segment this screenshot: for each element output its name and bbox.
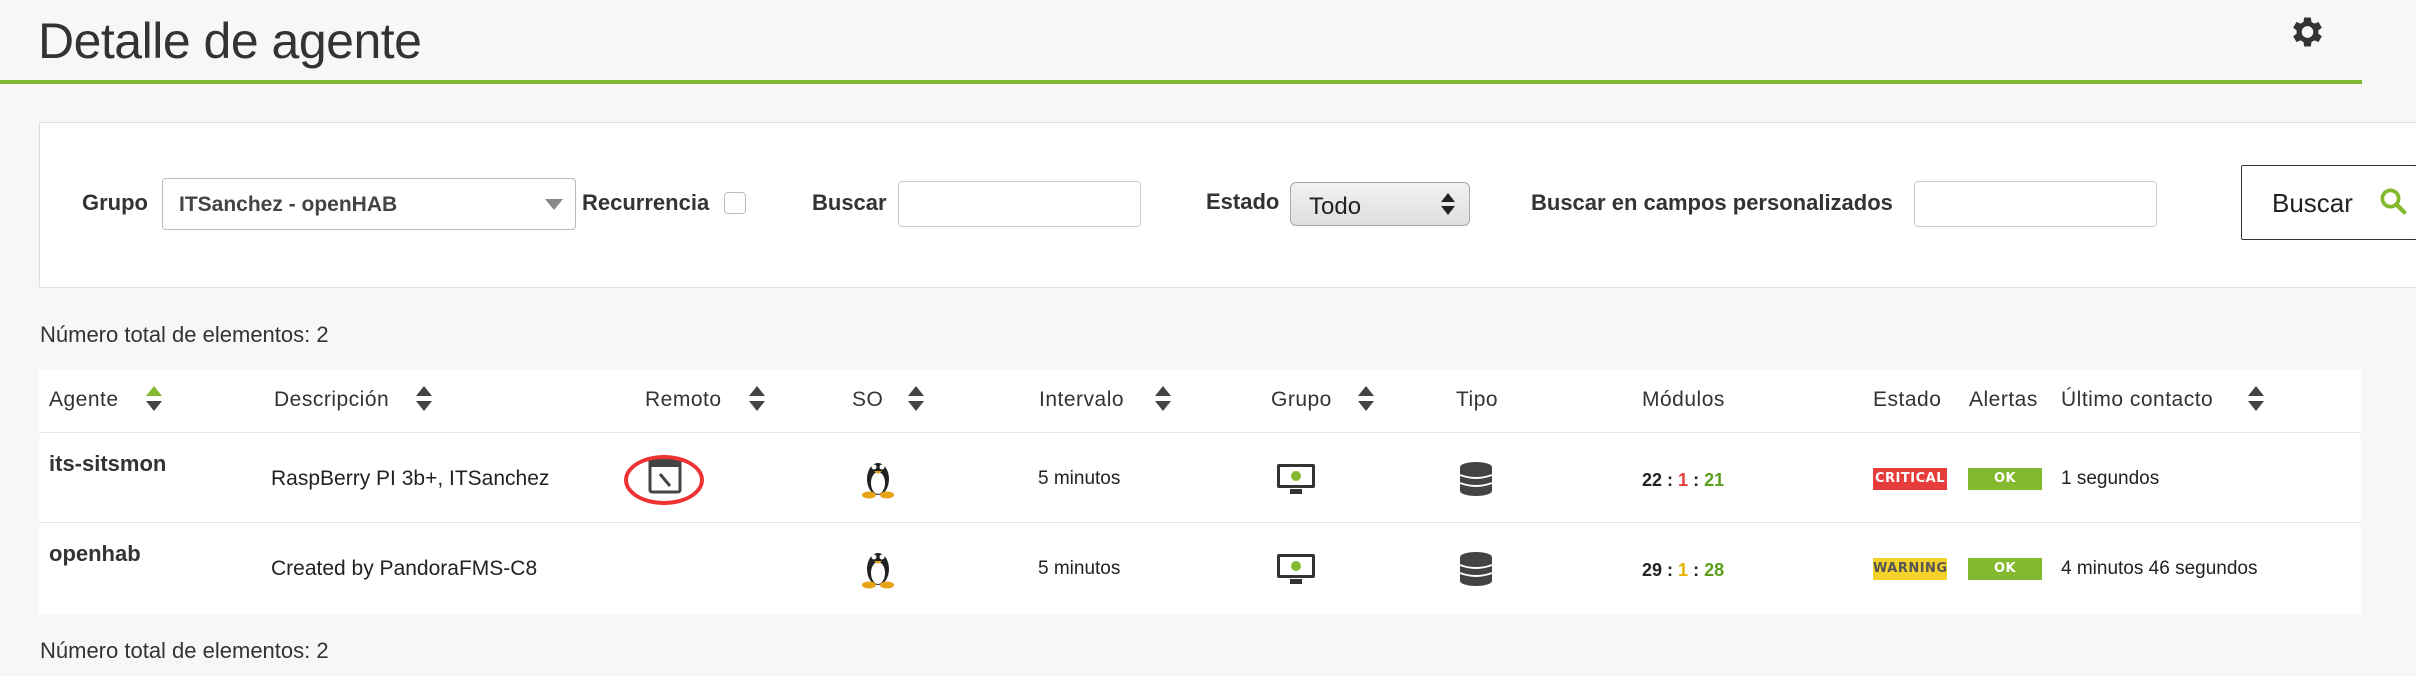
estado-label: Estado [1206,189,1280,214]
estado-select[interactable]: Todo [1290,182,1470,226]
group-monitor-icon [1277,464,1315,494]
buscar-label: Buscar [812,190,887,215]
status-badge: WARNING [1873,558,1947,580]
table-row: openhab Created by PandoraFMS-C8 5 minut… [39,522,2361,613]
modules-warning: 1 [1678,560,1689,580]
modules-ok: 21 [1704,470,1725,490]
modules-count: 29 : 1 : 28 [1642,560,1725,580]
database-icon [1459,462,1493,496]
agent-name-link[interactable]: openhab [49,541,141,567]
col-header-descripcion[interactable]: Descripción [274,388,389,412]
interval-value: 5 minutos [1038,558,1121,579]
grupo-select-value: ITSanchez - openHAB [179,193,398,216]
gear-icon[interactable] [2286,12,2326,52]
linux-os-icon [862,553,894,589]
estado-select-value: Todo [1309,193,1362,220]
col-header-alertas: Alertas [1969,388,2038,411]
last-contact: 1 segundos [2061,468,2160,489]
last-contact: 4 minutos 46 segundos [2061,558,2258,579]
agent-description: RaspBerry PI 3b+, ITSanchez [271,467,550,490]
col-header-ultimo-contacto[interactable]: Último contacto [2061,388,2213,412]
group-monitor-icon [1277,554,1315,584]
col-header-grupo[interactable]: Grupo [1271,388,1332,412]
agent-name-link[interactable]: its-sitsmon [49,451,166,477]
search-input[interactable] [898,181,1141,227]
sort-icon[interactable] [1155,386,1171,416]
page-title: Detalle de agente [38,13,422,69]
search-button[interactable]: Buscar [2241,165,2416,240]
grupo-select[interactable]: ITSanchez - openHAB [162,178,576,230]
sort-icon[interactable] [2248,386,2264,416]
col-header-modulos: Módulos [1642,388,1725,411]
sort-icon[interactable] [1358,386,1374,416]
modules-ok: 28 [1704,560,1725,580]
agent-description: Created by PandoraFMS-C8 [271,557,538,580]
linux-os-icon [862,463,894,499]
col-header-agente[interactable]: Agente [49,388,119,412]
col-header-tipo: Tipo [1456,388,1499,411]
search-icon [2380,188,2407,215]
col-header-so[interactable]: SO [852,388,883,412]
alert-badge: OK [1968,468,2042,490]
grupo-label: Grupo [82,190,148,215]
modules-count: 22 : 1 : 21 [1642,470,1725,490]
alert-badge: OK [1968,558,2042,580]
sort-icon[interactable] [416,386,432,416]
table-row: its-sitsmon RaspBerry PI 3b+, ITSanchez … [39,432,2361,523]
custom-fields-input[interactable] [1914,181,2157,227]
chevron-down-icon [545,199,563,210]
modules-critical: 1 [1678,470,1689,490]
total-elements-bottom: Número total de elementos: 2 [40,638,329,663]
chevron-down-icon [1441,206,1455,215]
col-header-intervalo[interactable]: Intervalo [1039,388,1124,412]
chevron-up-icon [1441,193,1455,202]
recurrencia-checkbox[interactable] [724,192,746,214]
interval-value: 5 minutos [1038,468,1121,489]
recurrencia-label: Recurrencia [582,190,710,215]
status-badge: CRITICAL [1873,468,1947,490]
database-icon [1459,552,1493,586]
agents-table: Agente Descripción Remoto SO Intervalo G… [39,370,2361,614]
sort-icon[interactable] [749,386,765,416]
sort-icon[interactable] [146,386,162,416]
col-header-remoto[interactable]: Remoto [645,388,722,412]
sort-icon[interactable] [908,386,924,416]
custom-fields-label: Buscar en campos personalizados [1531,190,1893,215]
col-header-estado: Estado [1873,388,1942,411]
highlight-circle [624,455,704,505]
total-elements-top: Número total de elementos: 2 [40,322,329,347]
page-header: Detalle de agente [0,0,2362,84]
search-button-label: Buscar [2272,188,2353,218]
modules-total: 22 [1642,470,1663,490]
modules-total: 29 [1642,560,1663,580]
